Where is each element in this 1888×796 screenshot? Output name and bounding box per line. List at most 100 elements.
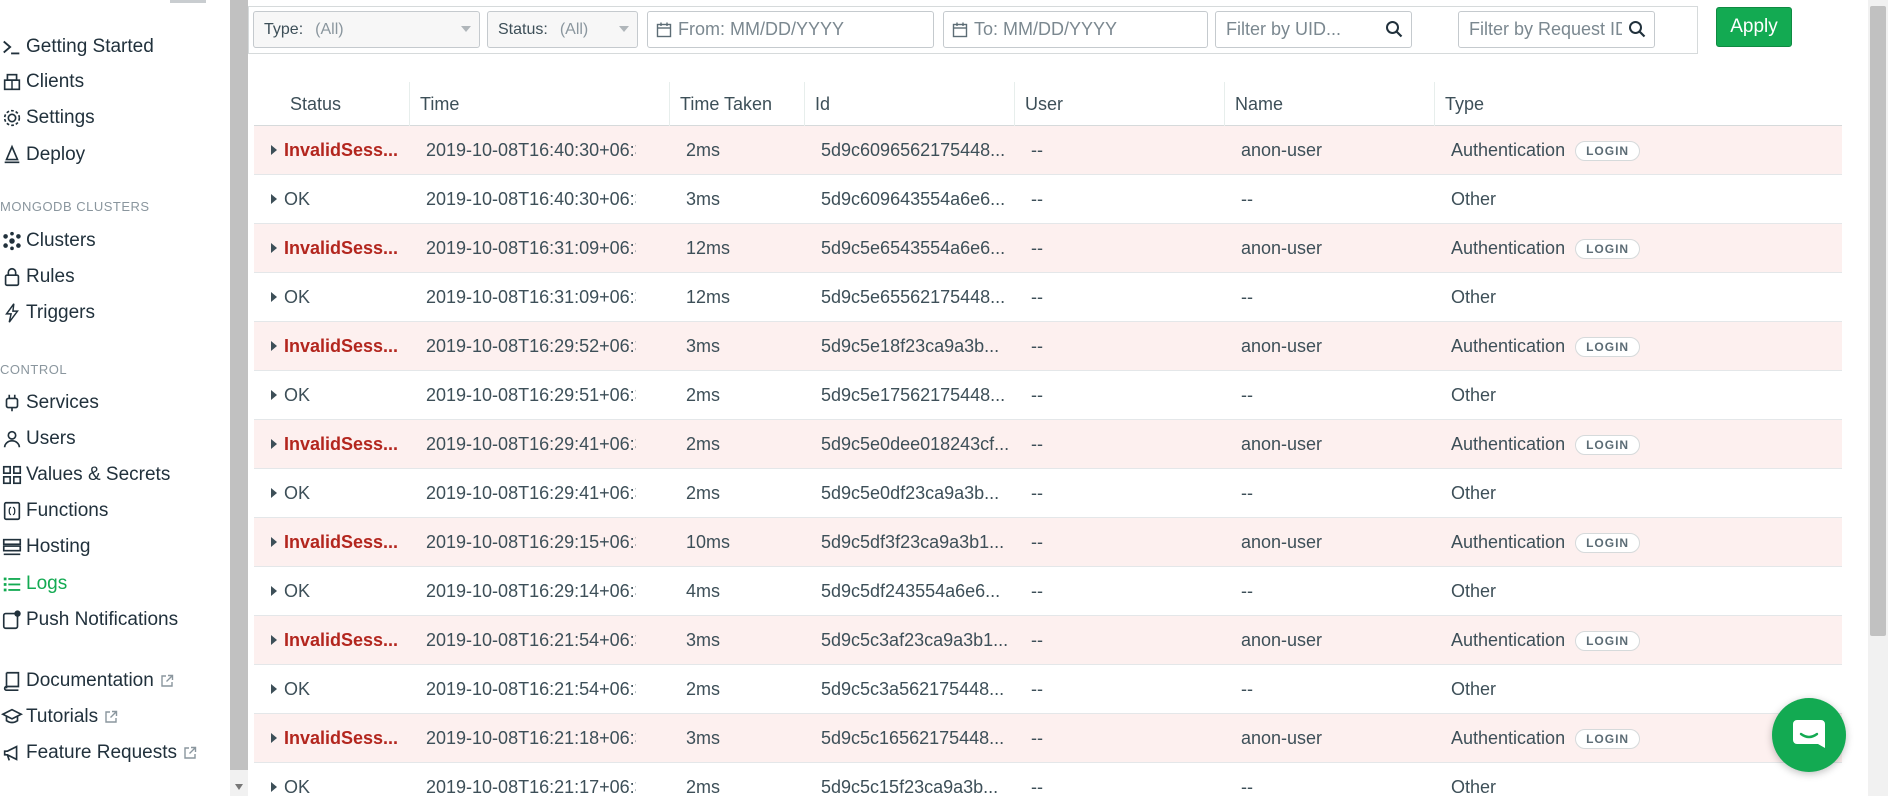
cell-status: OK [284,777,311,796]
table-row[interactable]: InvalidSess... 2019-10-08T16:29:15+06:30 1… [254,518,1842,567]
type-text: Other [1451,483,1497,503]
filter-bar: Type: (All) Status: (All) [248,6,1698,54]
expand-caret-icon[interactable] [271,390,277,400]
uid-filter-input[interactable] [1226,19,1379,40]
cell-type: Authentication LOGIN [1451,518,1831,567]
search-icon[interactable] [1628,20,1646,38]
type-filter-select[interactable]: Type: (All) [253,11,480,48]
table-row[interactable]: InvalidSess... 2019-10-08T16:40:30+06:30 2… [254,126,1842,175]
type-text: Authentication [1451,630,1566,650]
sidebar-item-triggers[interactable]: Triggers [0,298,95,328]
expand-caret-icon[interactable] [271,145,277,155]
sidebar-item-clients[interactable]: Clients [0,67,84,97]
sidebar-item-label: Getting Started [26,36,154,57]
table-row[interactable]: OK 2019-10-08T16:21:54+06:30 2ms 5d9c5c3a56… [254,665,1842,714]
sidebar-scroll-thumb[interactable] [230,0,248,770]
expand-caret-icon[interactable] [271,782,277,792]
column-header-id[interactable]: Id [804,82,1014,126]
table-row[interactable]: InvalidSess... 2019-10-08T16:29:41+06:30 2… [254,420,1842,469]
status-filter-select[interactable]: Status: (All) [487,11,638,48]
table-row[interactable]: OK 2019-10-08T16:21:17+06:30 2ms 5d9c5c15f2… [254,763,1842,796]
column-header-time-taken[interactable]: Time Taken [669,82,804,126]
apply-button[interactable]: Apply [1716,7,1792,47]
sidebar-scrollbar[interactable] [230,0,248,796]
to-date-field[interactable] [943,11,1208,48]
chevron-down-icon [461,26,471,32]
cell-name: anon-user [1241,140,1323,160]
expand-caret-icon[interactable] [271,243,277,253]
expand-caret-icon[interactable] [271,635,277,645]
to-date-input[interactable] [974,19,1207,40]
search-icon[interactable] [1385,20,1403,38]
table-row[interactable]: InvalidSess... 2019-10-08T16:31:09+06:30 1… [254,224,1842,273]
sidebar-item-hosting[interactable]: Hosting [0,532,90,562]
table-row[interactable]: InvalidSess... 2019-10-08T16:29:52+06:30 3… [254,322,1842,371]
cell-taken: 10ms [686,532,731,552]
table-row[interactable]: OK 2019-10-08T16:31:09+06:30 12ms 5d9c5e655… [254,273,1842,322]
table-row[interactable]: OK 2019-10-08T16:29:51+06:30 2ms 5d9c5e1756… [254,371,1842,420]
from-date-field[interactable] [647,11,934,48]
page-scroll-thumb[interactable] [1870,6,1886,636]
from-date-input[interactable] [678,19,933,40]
expand-caret-icon[interactable] [271,537,277,547]
cell-status: OK [284,385,311,405]
login-badge: LOGIN [1575,728,1641,749]
table-row[interactable]: InvalidSess... 2019-10-08T16:21:18+06:30 3… [254,714,1842,763]
logs-table: Status Time Time Taken Id User Name Type Inval… [254,82,1842,796]
sidebar-item-rules[interactable]: Rules [0,262,75,292]
column-header-type[interactable]: Type [1434,82,1842,126]
expand-caret-icon[interactable] [271,488,277,498]
cell-time: 2019-10-08T16:21:17+06:30 [426,777,636,796]
page-scrollbar[interactable] [1868,0,1888,796]
type-text: Other [1451,287,1497,307]
cell-status: InvalidSess... [284,434,399,454]
cell-taken: 3ms [686,189,721,209]
table-row[interactable]: InvalidSess... 2019-10-08T16:21:54+06:30 3… [254,616,1842,665]
expand-caret-icon[interactable] [271,194,277,204]
book-icon [0,669,24,693]
sidebar-item-deploy[interactable]: Deploy [0,140,85,170]
sidebar-item-documentation[interactable]: Documentation [0,666,174,696]
login-badge: LOGIN [1575,630,1641,651]
sidebar-item-clusters[interactable]: Clusters [0,226,96,256]
table-row[interactable]: OK 2019-10-08T16:29:41+06:30 2ms 5d9c5e0df2… [254,469,1842,518]
chat-support-button[interactable] [1772,698,1846,772]
expand-caret-icon[interactable] [271,586,277,596]
sidebar-item-logs[interactable]: Logs [0,569,67,599]
sidebar-item-users[interactable]: Users [0,424,76,454]
sidebar-item-label: Hosting [26,536,91,557]
cell-time: 2019-10-08T16:29:41+06:30 [426,434,636,454]
type-text: Authentication [1451,336,1566,356]
sidebar-item-settings[interactable]: Settings [0,103,95,133]
expand-caret-icon[interactable] [271,733,277,743]
scroll-down-arrow-icon[interactable] [235,784,243,790]
expand-caret-icon[interactable] [271,292,277,302]
type-wrap: Authentication LOGIN [1451,532,1641,553]
sidebar-item-getting-started[interactable]: Getting Started [0,32,154,62]
request-id-filter-field[interactable] [1458,11,1655,48]
sidebar-item-push-notifications[interactable]: Push Notifications [0,605,178,635]
table-row[interactable]: OK 2019-10-08T16:29:14+06:30 4ms 5d9c5df243… [254,567,1842,616]
cell-type: Other [1451,273,1831,322]
sidebar-item-services[interactable]: Services [0,388,99,418]
column-header-time[interactable]: Time [409,82,669,126]
uid-filter-field[interactable] [1215,11,1412,48]
column-header-user[interactable]: User [1014,82,1224,126]
column-header-status[interactable]: Status [254,82,409,126]
sidebar-item-tutorials[interactable]: Tutorials [0,702,118,732]
cell-name: anon-user [1241,238,1323,258]
cell-user: -- [1031,140,1043,160]
sidebar-item-values-secrets[interactable]: Values & Secrets [0,460,170,490]
expand-caret-icon[interactable] [271,439,277,449]
calendar-icon [952,22,968,38]
expand-caret-icon[interactable] [271,341,277,351]
cell-status: OK [284,287,311,307]
sidebar-item-feature-requests[interactable]: Feature Requests [0,738,197,768]
table-row[interactable]: OK 2019-10-08T16:40:30+06:30 3ms 5d9c609643… [254,175,1842,224]
sidebar-item-functions[interactable]: Functions [0,496,108,526]
grid-icon [0,463,24,487]
expand-caret-icon[interactable] [271,684,277,694]
cell-status: InvalidSess... [284,140,399,160]
request-id-filter-input[interactable] [1469,19,1622,40]
column-header-name[interactable]: Name [1224,82,1434,126]
